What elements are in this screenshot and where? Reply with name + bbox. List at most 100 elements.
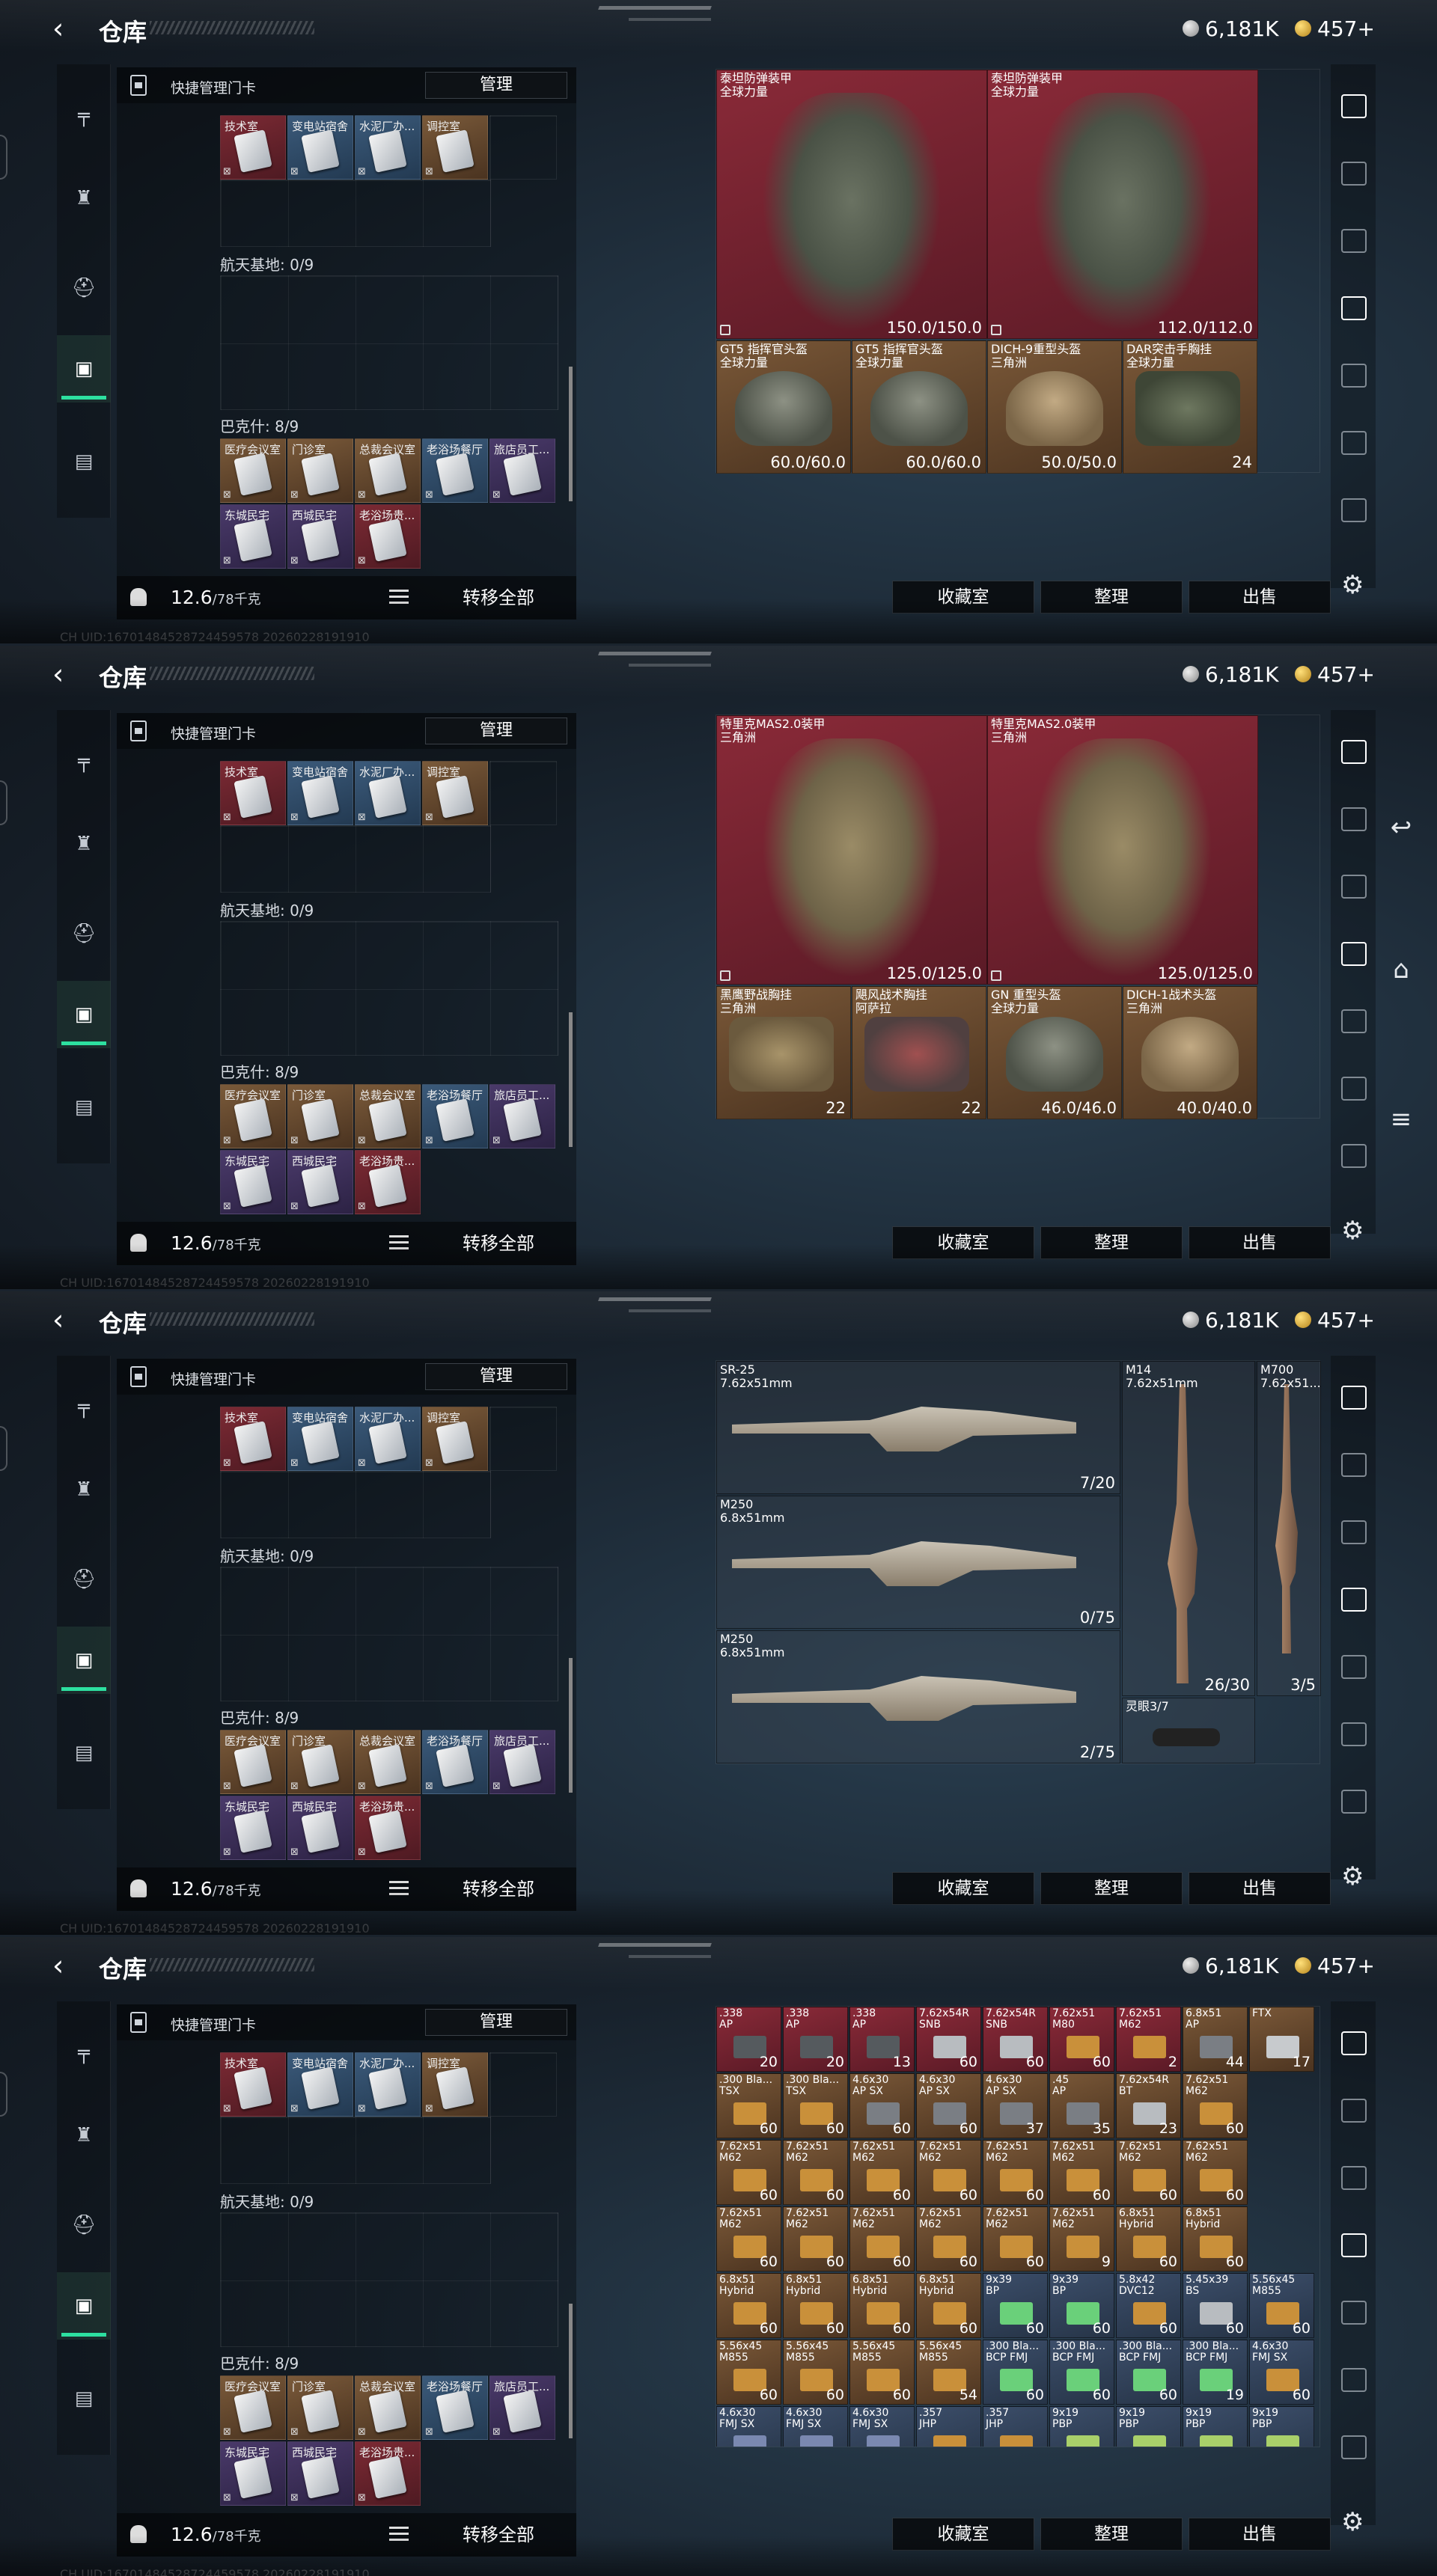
keycard-item[interactable]: 技术室 ⊠ <box>220 761 286 825</box>
keycard-item[interactable]: 门诊室 ⊠ <box>287 1084 353 1148</box>
storage-tab-icon[interactable] <box>1341 2301 1367 2325</box>
ammo-item[interactable]: 6.8x51 Hybrid 60 <box>716 2273 781 2338</box>
keycard-list[interactable]: 技术室 ⊠ 变电站宿舍 ⊠ 水泥厂办... ⊠ 调控室 ⊠ 航天基地: 0/9 巴克什: 8/… <box>117 750 576 1222</box>
chest-rig-item[interactable]: 黑鹰野战胸挂 三角洲 22 <box>716 986 851 1119</box>
scope-item[interactable]: 灵眼3/7 <box>1122 1698 1255 1763</box>
keycard-item[interactable]: 调控室 ⊠ <box>422 2052 488 2117</box>
keycard-item[interactable]: 老浴场贵... ⊠ <box>355 1796 421 1860</box>
m14-item[interactable]: M14 7.62x51mm 26/30 <box>1122 1361 1255 1696</box>
keycard-item[interactable]: 老浴场餐厅 ⊠ <box>422 1730 488 1794</box>
weapon-category-icon[interactable]: ╤ <box>57 82 111 150</box>
equipment-category-icon[interactable]: ⛑ <box>57 1546 111 1613</box>
keycard-item[interactable]: 总裁会议室 ⊠ <box>355 2375 421 2440</box>
manage-button[interactable]: 管理 <box>425 718 567 744</box>
collection-button[interactable]: 收藏室 <box>892 581 1034 614</box>
ammo-item[interactable]: 5.56x45 M855 60 <box>849 2340 915 2405</box>
ammo-item[interactable]: 7.62x51 M80 60 <box>1049 2007 1114 2072</box>
storage-tab-icon[interactable] <box>1341 229 1367 253</box>
storage-tab-icon[interactable] <box>1341 875 1367 899</box>
equipment-category-icon[interactable]: ⛑ <box>57 254 111 322</box>
storage-tab-icon[interactable] <box>1341 162 1367 186</box>
armor-item[interactable]: 泰坦防弹装甲 全球力量 112.0/112.0 <box>987 70 1258 339</box>
keycard-list[interactable]: 技术室 ⊠ 变电站宿舍 ⊠ 水泥厂办... ⊠ 调控室 ⊠ 航天基地: 0/9 巴克什: 8/… <box>117 1396 576 1867</box>
sort-button[interactable]: 整理 <box>1040 2518 1183 2551</box>
ammo-item[interactable]: 7.62x51 M62 60 <box>716 2140 781 2205</box>
ammo-item[interactable]: 7.62x51 M62 60 <box>983 2140 1048 2205</box>
item-grid[interactable]: SR-25 7.62x51mm 7/20 M250 6.8x51mm 0/75 M250… <box>716 1360 1321 1764</box>
ammo-item[interactable]: .357 JHP60 <box>916 2406 981 2447</box>
settings-gear-icon[interactable]: ⚙ <box>1341 1861 1364 1891</box>
storage-tab-icon[interactable] <box>1341 1144 1367 1168</box>
storage-tab-icon[interactable] <box>1341 364 1367 388</box>
ammo-item[interactable]: 6.8x51 Hybrid 60 <box>1183 2206 1248 2271</box>
back-icon[interactable]: ‹ <box>52 1303 85 1336</box>
keycard-item[interactable]: 东城民宅 ⊠ <box>220 1796 286 1860</box>
keycard-item[interactable]: 西城民宅 ⊠ <box>287 2441 353 2506</box>
ammo-item[interactable]: 7.62x51 M62 60 <box>1049 2140 1114 2205</box>
storage-tab-icon[interactable] <box>1341 1722 1367 1746</box>
ammo-item[interactable]: .338 AP 20 <box>716 2007 781 2072</box>
keycard-item[interactable]: 医疗会议室 ⊠ <box>220 2375 286 2440</box>
gold-currency[interactable]: 457+ <box>1295 1305 1375 1335</box>
item-grid[interactable]: 泰坦防弹装甲 全球力量 150.0/150.0 泰坦防弹装甲 全球力量 112.0/1… <box>716 69 1320 474</box>
manage-button[interactable]: 管理 <box>425 2009 567 2036</box>
transfer-all-button[interactable]: 转移全部 <box>439 1229 558 1258</box>
ammo-item[interactable]: 7.62x51 M62 60 <box>783 2206 848 2271</box>
scrollbar[interactable] <box>569 2304 573 2438</box>
keycard-item[interactable]: 变电站宿舍 ⊠ <box>287 115 353 180</box>
storage-tab-icon[interactable] <box>1341 2031 1367 2055</box>
ammo-item[interactable]: .300 Bla... BCP FMJ 60 <box>1049 2340 1114 2405</box>
back-icon[interactable]: ‹ <box>52 658 85 691</box>
weapon-category-icon[interactable]: ╤ <box>57 2019 111 2087</box>
keycard-item[interactable]: 调控室 ⊠ <box>422 1407 488 1471</box>
case-category-icon[interactable]: ▤ <box>57 1074 111 1141</box>
keycard-item[interactable]: 变电站宿舍 ⊠ <box>287 761 353 825</box>
ammo-item[interactable]: .300 Bla... BCP FMJ 60 <box>1116 2340 1181 2405</box>
edge-handle[interactable] <box>0 2072 7 2117</box>
keycard-item[interactable]: 门诊室 ⊠ <box>287 438 353 503</box>
ammo-item[interactable]: 4.6x30 FMJ SX60 <box>783 2406 848 2447</box>
gun-item[interactable]: M250 6.8x51mm 0/75 <box>716 1496 1120 1629</box>
ammo-item[interactable]: 5.56x45 M855 60 <box>716 2340 781 2405</box>
ammo-item[interactable]: 6.8x51 Hybrid 60 <box>916 2273 981 2338</box>
keycard-item[interactable]: 老浴场餐厅 ⊠ <box>422 438 488 503</box>
ammo-item[interactable]: 7.62x54R SNB 60 <box>916 2007 981 2072</box>
equipment-category-icon[interactable]: ⛑ <box>57 900 111 967</box>
keycard-item[interactable]: 老浴场贵... ⊠ <box>355 504 421 569</box>
back-icon[interactable]: ‹ <box>52 12 85 45</box>
edge-handle[interactable] <box>0 1426 7 1471</box>
edge-handle[interactable] <box>0 780 7 825</box>
list-icon[interactable] <box>389 1881 409 1896</box>
storage-tab-icon[interactable] <box>1341 1009 1367 1033</box>
keycard-item[interactable]: 老浴场餐厅 ⊠ <box>422 2375 488 2440</box>
storage-tab-icon[interactable] <box>1341 807 1367 831</box>
keycard-category-icon[interactable]: ▣ <box>57 981 111 1048</box>
storage-tab-icon[interactable] <box>1341 431 1367 455</box>
sort-button[interactable]: 整理 <box>1040 1226 1183 1259</box>
storage-tab-icon[interactable] <box>1341 1655 1367 1679</box>
armor-item[interactable]: 特里克MAS2.0装甲 三角洲 125.0/125.0 <box>987 715 1258 985</box>
storage-tab-icon[interactable] <box>1341 1588 1367 1612</box>
sell-button[interactable]: 出售 <box>1189 2518 1331 2551</box>
keycard-item[interactable]: 西城民宅 ⊠ <box>287 504 353 569</box>
storage-tab-icon[interactable] <box>1341 2166 1367 2190</box>
case-category-icon[interactable]: ▤ <box>57 1719 111 1787</box>
keycard-item[interactable]: 东城民宅 ⊠ <box>220 2441 286 2506</box>
collection-button[interactable]: 收藏室 <box>892 1872 1034 1905</box>
ammo-item[interactable]: 7.62x51 M62 60 <box>849 2206 915 2271</box>
ammo-item[interactable]: 9x19 PBP60 <box>1116 2406 1181 2447</box>
sell-button[interactable]: 出售 <box>1189 581 1331 614</box>
keycard-item[interactable]: 调控室 ⊠ <box>422 115 488 180</box>
keycard-item[interactable]: 老浴场贵... ⊠ <box>355 1150 421 1214</box>
ammo-item[interactable]: 4.6x30 FMJ SX60 <box>1249 2340 1314 2405</box>
ammo-item[interactable]: .300 Bla... BCP FMJ 60 <box>983 2340 1048 2405</box>
keycard-item[interactable]: 东城民宅 ⊠ <box>220 504 286 569</box>
keycard-item[interactable]: 老浴场餐厅 ⊠ <box>422 1084 488 1148</box>
gold-currency[interactable]: 457+ <box>1295 13 1375 43</box>
storage-tab-icon[interactable] <box>1341 94 1367 118</box>
ammo-item[interactable]: 7.62x51 M62 60 <box>916 2206 981 2271</box>
keycard-item[interactable]: 医疗会议室 ⊠ <box>220 1730 286 1794</box>
keycard-item[interactable]: 变电站宿舍 ⊠ <box>287 1407 353 1471</box>
ammo-item[interactable]: 7.62x51 M62 60 <box>1183 2140 1248 2205</box>
ammo-item[interactable]: 6.8x51 Hybrid 60 <box>1116 2206 1181 2271</box>
